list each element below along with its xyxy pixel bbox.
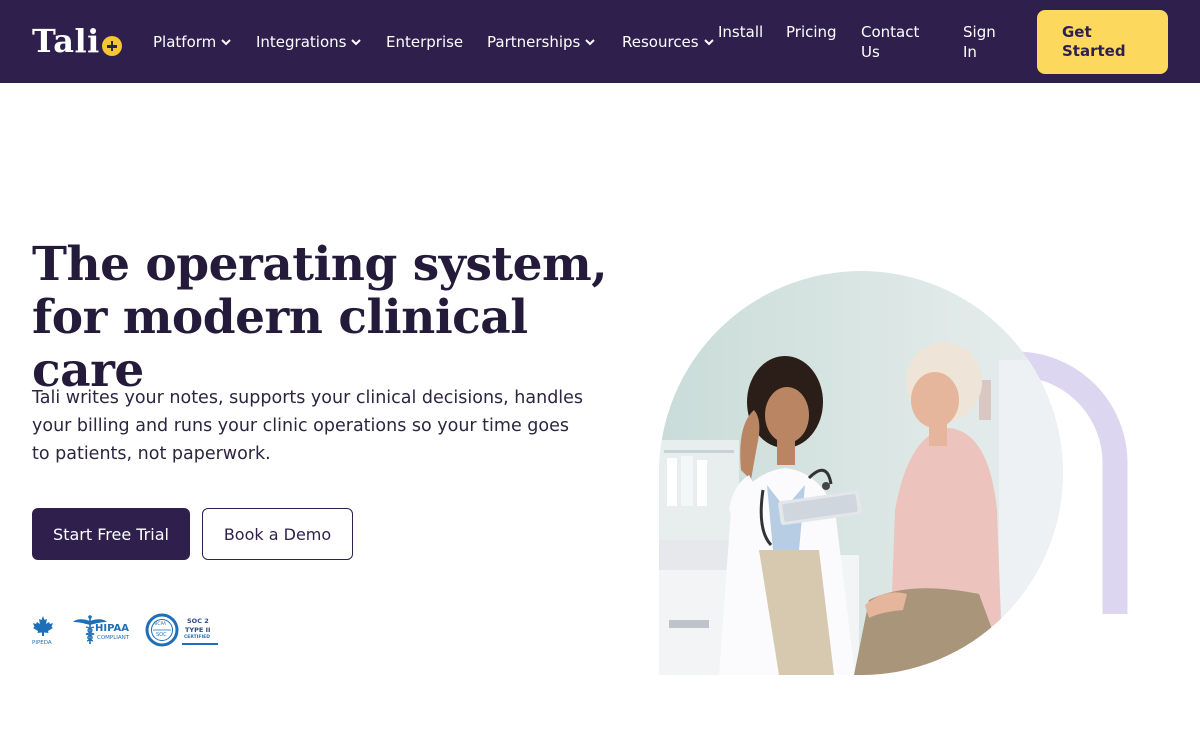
soc2-underline [182, 643, 218, 645]
tali-logo[interactable]: Tali [32, 22, 122, 62]
nav-label: Enterprise [386, 33, 464, 51]
chevron-down-icon [351, 39, 362, 46]
nav-item-contact-us[interactable]: Contact Us [861, 22, 929, 62]
soc2-line-3: CERTIFIED [184, 635, 210, 640]
nav-item-enterprise[interactable]: Enterprise [386, 32, 463, 52]
nav-label: Resources [622, 33, 699, 51]
nav-item-install[interactable]: Install [718, 22, 763, 42]
maple-leaf-icon [33, 616, 53, 636]
nav-label: Install [718, 23, 764, 41]
nav-item-integrations[interactable]: Integrations [256, 32, 362, 52]
book-a-demo-button[interactable]: Book a Demo [202, 508, 353, 560]
hero-title-line-1: The operating system, [32, 237, 608, 292]
nav-item-pricing[interactable]: Pricing [786, 22, 837, 42]
hero-title: The operating system, for modern clinica… [32, 238, 632, 397]
hipaa-badge: HIPAA COMPLIANT [72, 613, 132, 649]
hero-title-line-2: for modern clinical care [32, 290, 528, 398]
nav-item-partnerships[interactable]: Partnerships [487, 32, 596, 52]
nav-item-sign-in[interactable]: Sign In [963, 22, 1009, 62]
hipaa-label: HIPAA [95, 623, 129, 634]
nav-label: Partnerships [487, 33, 581, 51]
logo-wordmark: Tali [32, 22, 100, 60]
chevron-down-icon [585, 39, 596, 46]
top-navigation: Tali Platform Integrations Enterprise Pa… [0, 0, 1200, 83]
aicpa-label: AICPA [153, 622, 167, 627]
book-a-demo-label: Book a Demo [223, 524, 332, 544]
nav-label: Pricing [786, 23, 837, 41]
get-started-label: Get Started [1062, 23, 1126, 60]
soc2-line-2: TYPE II [185, 626, 211, 634]
aicpa-soc-seal-icon [145, 613, 179, 647]
soc-label: SOC [156, 632, 167, 638]
logo-plus-icon [101, 36, 122, 56]
nav-label: Integrations [256, 33, 347, 51]
soc2-line-1: SOC 2 [187, 617, 209, 625]
chevron-down-icon [221, 39, 231, 46]
nav-item-resources[interactable]: Resources [622, 32, 715, 52]
chevron-down-icon [703, 39, 714, 46]
pipeda-badge: PIPEDA [32, 613, 56, 649]
get-started-button[interactable]: Get Started [1037, 10, 1168, 74]
pipeda-label: PIPEDA [32, 640, 52, 646]
aicpa-soc-badge: AICPA SOC [145, 613, 181, 649]
hipaa-sub-label: COMPLIANT [97, 635, 130, 641]
hero-subtitle: Tali writes your notes, supports your cl… [32, 388, 584, 464]
nav-item-platform[interactable]: Platform [153, 32, 232, 52]
hero-illustration [659, 271, 1128, 675]
start-free-trial-button[interactable]: Start Free Trial [32, 508, 190, 560]
nav-label: Platform [153, 33, 217, 51]
start-free-trial-label: Start Free Trial [53, 524, 169, 544]
doctor-patient-photo [659, 271, 1063, 675]
soc2-type2-badge: SOC 2 TYPE II CERTIFIED [182, 613, 218, 649]
